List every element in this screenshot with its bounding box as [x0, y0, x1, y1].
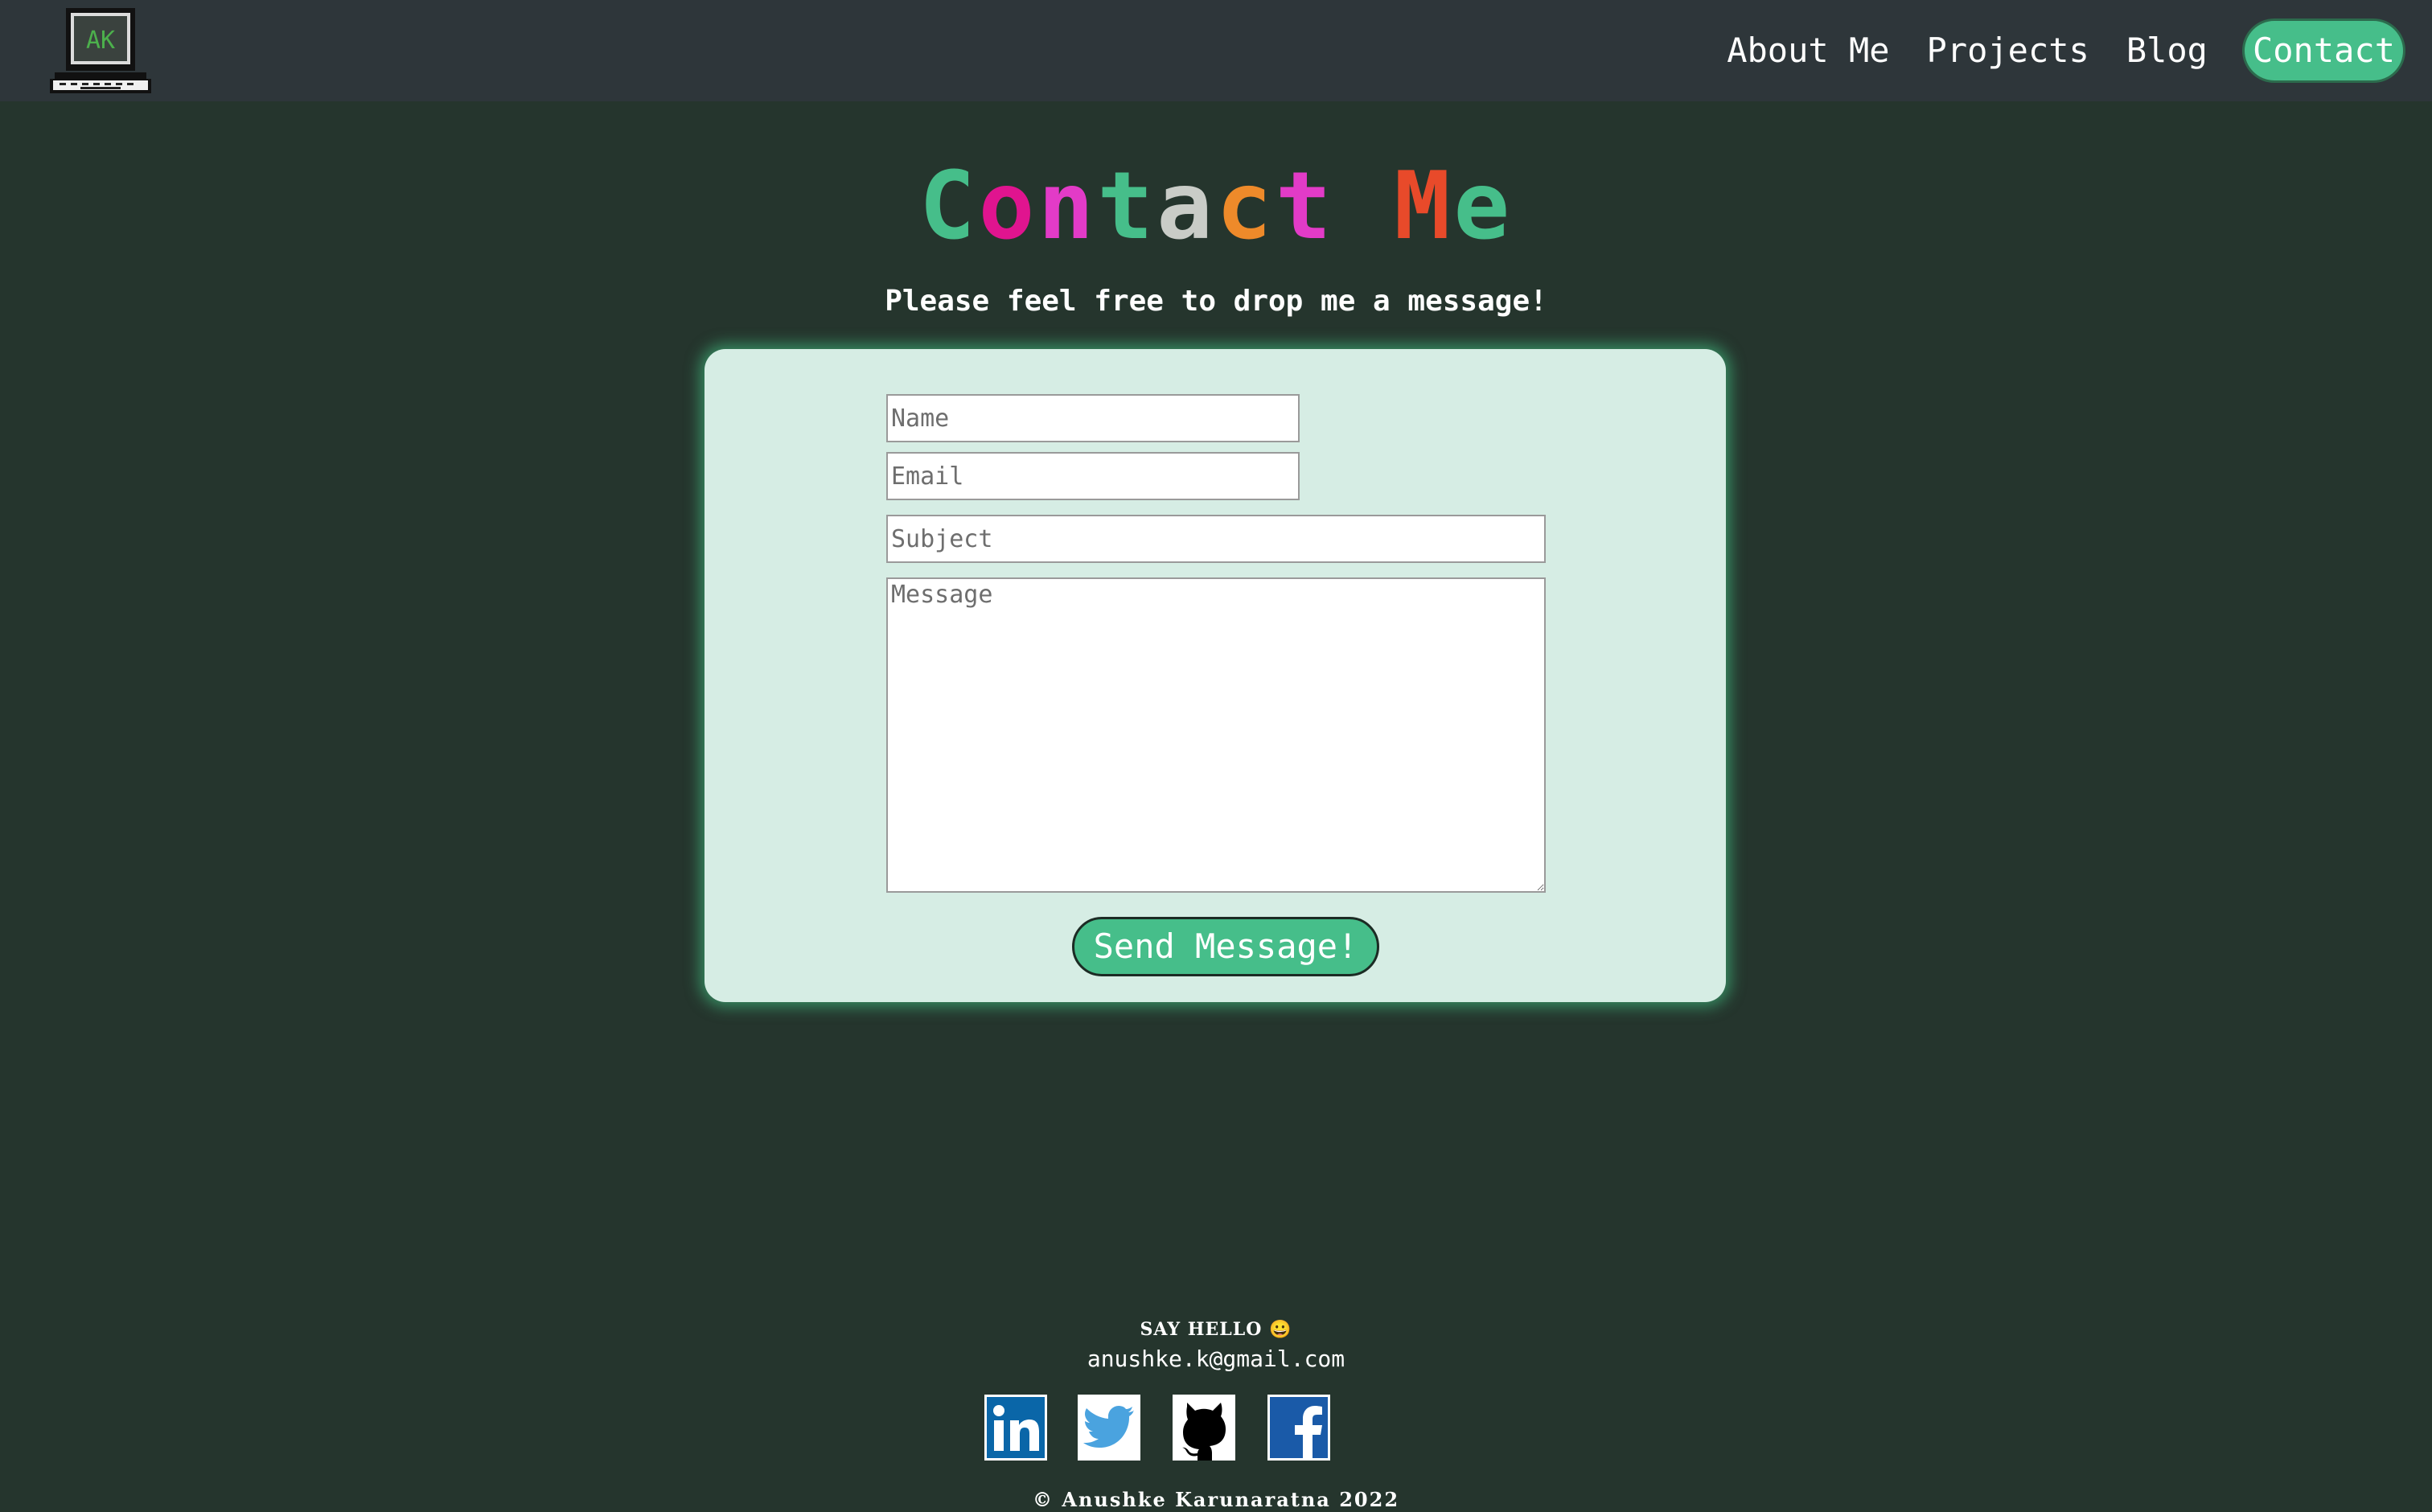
send-message-button[interactable]: Send Message! [1072, 917, 1379, 976]
contact-form: Send Message! [705, 349, 1726, 1002]
laptop-logo-icon[interactable]: AK [48, 6, 153, 95]
email-link[interactable]: anushke.k@gmail.com [0, 1343, 2432, 1375]
message-textarea[interactable] [886, 577, 1546, 893]
social-links [984, 1395, 1335, 1462]
title-letter: t [1097, 152, 1157, 261]
nav-contact[interactable]: Contact [2244, 21, 2403, 80]
github-icon[interactable] [1173, 1395, 1235, 1461]
main-nav: About Me Projects Blog Contact [1727, 21, 2403, 80]
title-letter: t [1275, 152, 1335, 261]
linkedin-icon[interactable] [984, 1395, 1047, 1461]
page-subtitle: Please feel free to drop me a message! [885, 285, 1547, 318]
svg-text:AK: AK [86, 27, 115, 55]
nav-projects[interactable]: Projects [1927, 21, 2089, 80]
name-input[interactable] [886, 394, 1300, 442]
nav-blog[interactable]: Blog [2126, 21, 2208, 80]
title-letter: o [978, 152, 1038, 261]
title-letter: e [1453, 152, 1514, 261]
title-letter [1335, 154, 1395, 259]
title-letter: C [918, 152, 979, 261]
title-letter: M [1394, 152, 1454, 261]
site-header: AK About Me Projects Blog Contact [0, 0, 2432, 101]
title-letter: c [1216, 152, 1276, 261]
copyright-text: © Anushke Karunaratna 2022 [1032, 1488, 1400, 1511]
say-hello-label: SAY HELLO 😀 [1140, 1319, 1292, 1340]
title-letter: n [1037, 152, 1098, 261]
nav-about-me[interactable]: About Me [1727, 21, 1889, 80]
page-title: Contact Me [0, 154, 2432, 259]
email-input[interactable] [886, 452, 1300, 500]
subject-input[interactable] [886, 515, 1546, 563]
twitter-icon[interactable] [1078, 1395, 1140, 1461]
facebook-icon[interactable] [1267, 1395, 1330, 1461]
title-letter: a [1156, 152, 1216, 261]
